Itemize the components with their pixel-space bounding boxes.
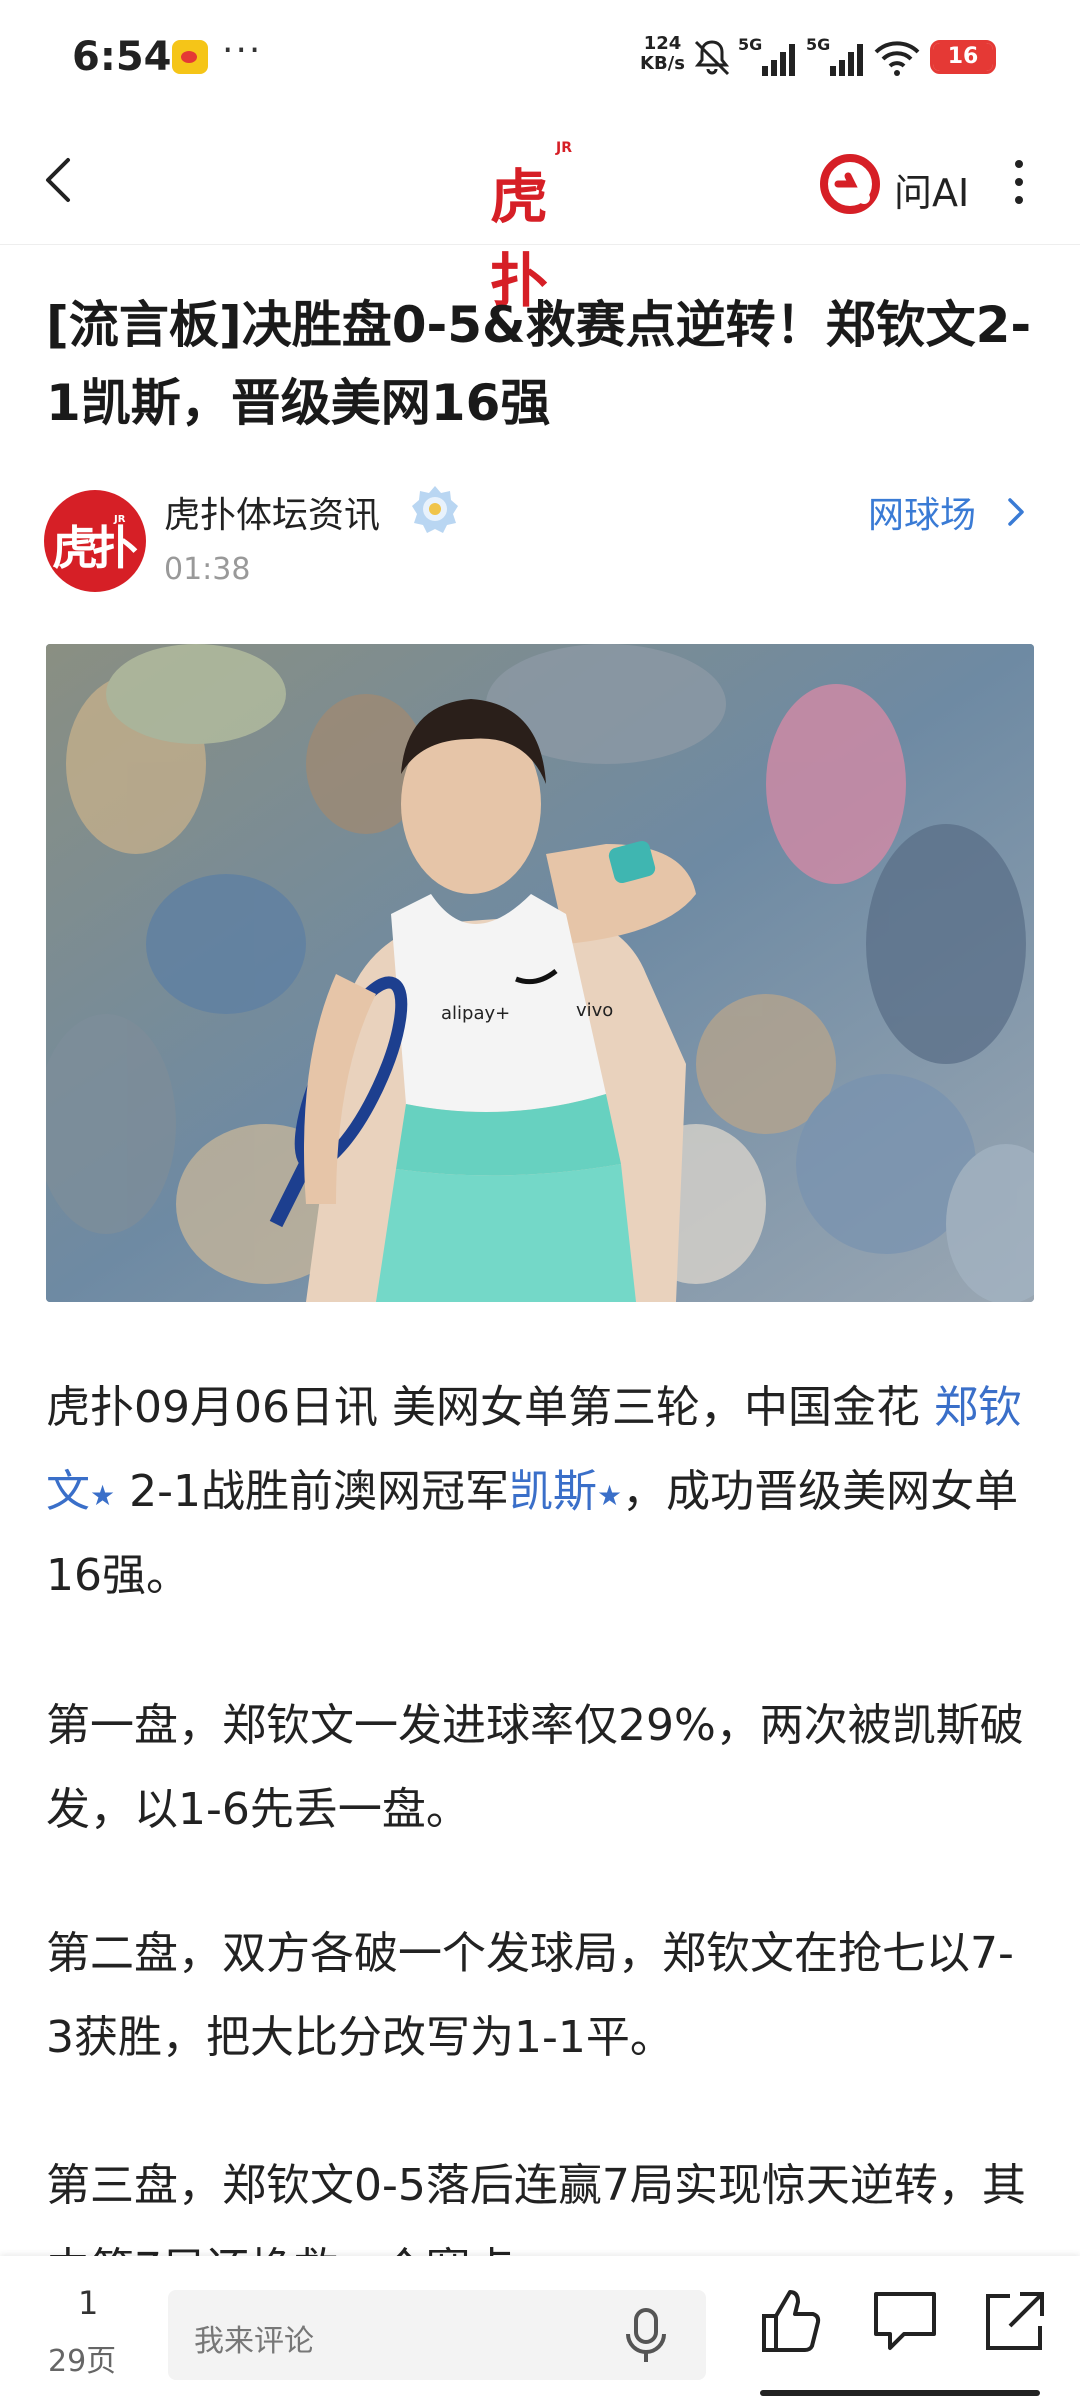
article-paragraph-2: 第一盘，郑钦文一发进球率仅29%，两次被凯斯破发，以1-6先丢一盘。 <box>46 1700 1024 1835</box>
signal-5g-icon-2: 5G <box>806 36 863 76</box>
home-indicator[interactable] <box>760 2390 1040 2396</box>
signal-5g-icon-1: 5G <box>738 36 795 76</box>
status-more-notifications: ··· <box>222 30 263 71</box>
svg-text:5G: 5G <box>806 36 830 54</box>
paragraph-1-text-a: 虎扑09月06日讯 美网女单第三轮，中国金花 <box>46 1382 920 1433</box>
comment-placeholder: 我来评论 <box>194 2324 314 2359</box>
tennis-player-photo: alipay+ vivo <box>46 644 1034 1302</box>
comment-icon[interactable] <box>870 2286 940 2356</box>
back-arrow-icon[interactable] <box>30 150 90 210</box>
verified-badge-icon <box>412 486 458 533</box>
top-nav-bar: 虎扑 JR 问AI <box>0 120 1080 315</box>
article-paragraph-3: 第二盘，双方各破一个发球局，郑钦文在抢七以7-3获胜，把大比分改写为1-1平。 <box>46 1928 1014 2063</box>
shirt-text-alipay: alipay+ <box>441 1003 510 1024</box>
status-time: 6:54 <box>72 34 172 80</box>
player-link-keys[interactable]: 凯斯 <box>509 1466 597 1517</box>
weibo-notification-icon <box>172 40 208 74</box>
hupu-logo: 虎扑 JR <box>490 138 590 315</box>
share-icon[interactable] <box>980 2286 1050 2356</box>
microphone-icon[interactable] <box>618 2306 674 2366</box>
ask-ai-icon <box>820 154 880 214</box>
svg-text:5G: 5G <box>738 36 762 54</box>
page-current[interactable]: 1 <box>78 2284 98 2322</box>
article-photo[interactable]: alipay+ vivo <box>46 644 1034 1302</box>
shirt-text-vivo: vivo <box>576 1000 613 1021</box>
article-paragraph-1: 虎扑09月06日讯 美网女单第三轮，中国金花 郑钦文★ 2-1战胜前澳网冠军凯斯… <box>46 1366 1036 1618</box>
ask-ai-label: 问AI <box>894 171 970 215</box>
author-name[interactable]: 虎扑体坛资讯 <box>164 486 380 538</box>
thumbs-up-icon[interactable] <box>756 2286 826 2356</box>
network-speed: 124 KB/s <box>640 34 685 74</box>
player-star-icon: ★ <box>596 1479 623 1512</box>
article-title: [流言板]决胜盘0-5&救赛点逆转！郑钦文2-1凯斯，晋级美网16强 <box>46 296 1032 432</box>
mute-bell-icon <box>694 40 730 76</box>
author-avatar[interactable]: 虎扑 JR <box>44 490 146 592</box>
network-speed-unit: KB/s <box>640 53 685 74</box>
section-link-tennis[interactable]: 网球场 <box>868 486 976 538</box>
player-star-icon: ★ <box>90 1479 116 1512</box>
paragraph-1-text-b: 2-1战胜前澳网冠军 <box>129 1466 509 1517</box>
more-vertical-icon[interactable] <box>1004 152 1034 212</box>
comment-input[interactable]: 我来评论 <box>168 2290 706 2380</box>
bottom-action-bar: 1 29页 我来评论 <box>0 2256 1080 2400</box>
network-speed-value: 124 <box>643 33 682 54</box>
wifi-icon <box>874 41 920 76</box>
hupu-logo-superscript: JR <box>556 140 572 156</box>
status-bar: 6:54 ··· 124 KB/s 5G 5G 16 <box>0 0 1080 120</box>
chevron-right-icon[interactable] <box>1004 494 1028 530</box>
author-avatar-superscript: JR <box>114 514 126 525</box>
publish-time: 01:38 <box>164 552 251 587</box>
battery-label: 16 <box>947 44 979 69</box>
page-total[interactable]: 29页 <box>48 2336 116 2380</box>
battery-indicator: 16 <box>930 40 996 74</box>
article-paragraph-4: 第三盘，郑钦文0-5落后连赢7局实现惊天逆转，其中第7局还挽救一个赛点。 <box>46 2160 1026 2256</box>
